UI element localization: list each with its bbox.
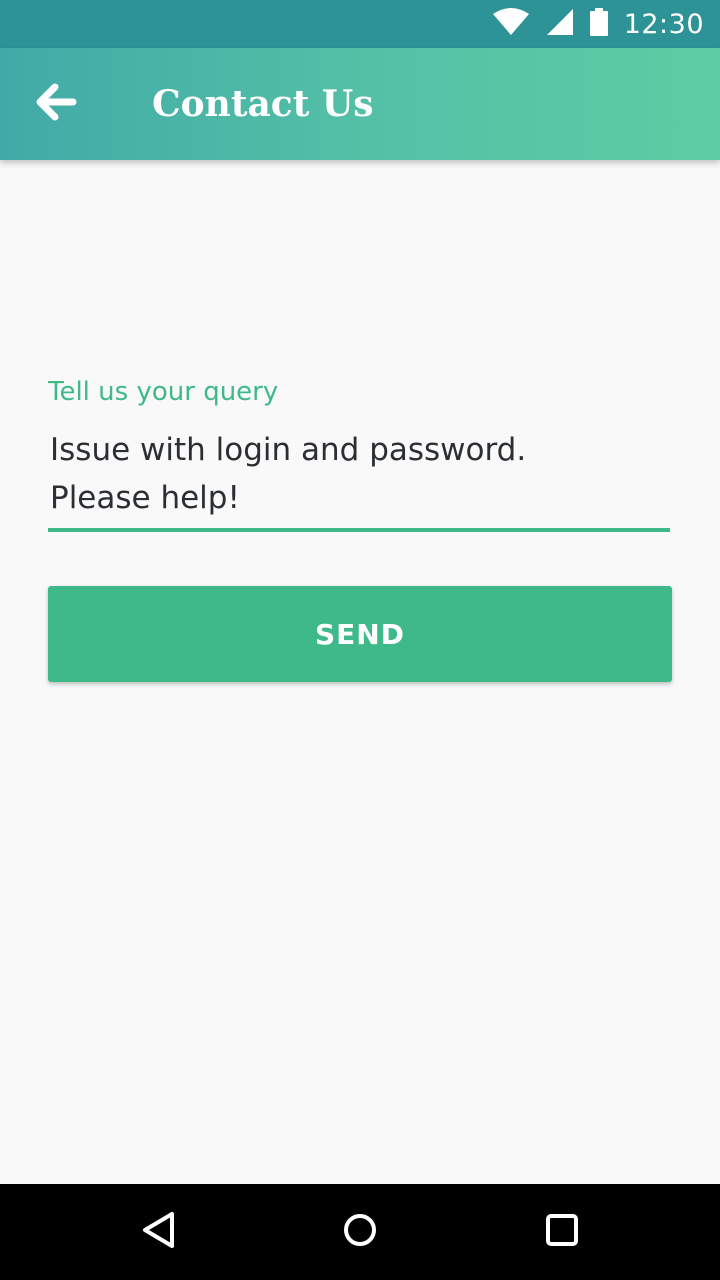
app-bar: Contact Us [0, 48, 720, 160]
query-label: Tell us your query [48, 377, 279, 407]
navigation-bar [0, 1184, 720, 1280]
wifi-icon [492, 8, 530, 40]
signal-icon [546, 8, 574, 40]
query-input[interactable] [48, 426, 670, 526]
nav-home-icon [342, 1212, 378, 1252]
status-bar: 12:30 [0, 0, 720, 48]
contact-us-screen: 12:30 Contact Us Tell us your query SEND [0, 0, 720, 1280]
nav-home-button[interactable] [336, 1208, 384, 1256]
back-button[interactable] [28, 76, 84, 132]
nav-back-icon [141, 1211, 177, 1253]
arrow-back-icon [35, 83, 77, 125]
nav-recents-button[interactable] [538, 1208, 586, 1256]
nav-back-button[interactable] [135, 1208, 183, 1256]
battery-icon [589, 8, 608, 40]
nav-recents-icon [545, 1213, 579, 1251]
page-title: Contact Us [152, 83, 374, 125]
send-button[interactable]: SEND [48, 586, 672, 682]
query-field: Tell us your query [48, 372, 670, 532]
status-time: 12:30 [623, 8, 704, 40]
query-underline [48, 528, 670, 532]
